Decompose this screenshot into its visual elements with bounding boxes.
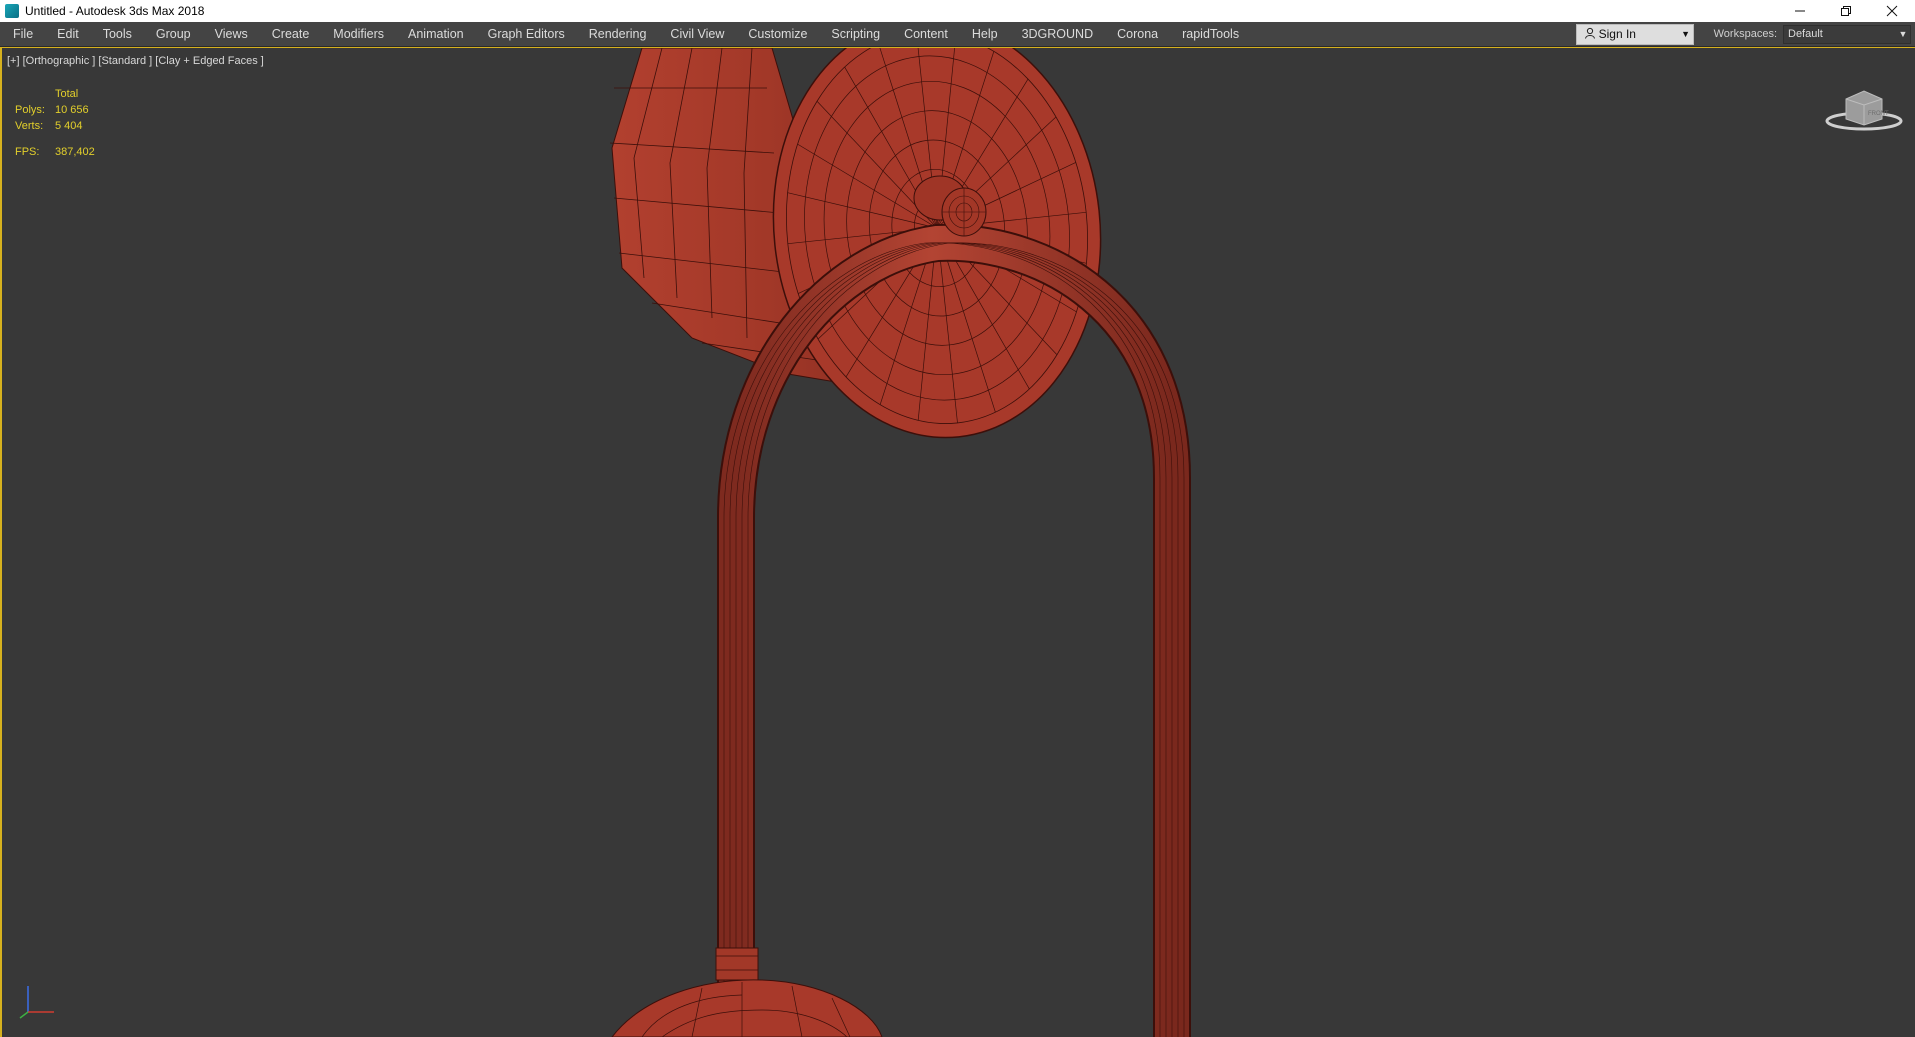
axis-tripod-icon [19, 986, 54, 1019]
menu-edit[interactable]: Edit [45, 22, 91, 46]
user-icon [1581, 27, 1599, 42]
workspaces-dropdown[interactable]: Default ▼ [1783, 24, 1911, 44]
viewcube-face-label: FRONT [1868, 111, 1889, 117]
menu-3dground[interactable]: 3DGROUND [1010, 22, 1106, 46]
menu-tools[interactable]: Tools [91, 22, 144, 46]
workspaces-value: Default [1788, 28, 1823, 40]
menu-graph-editors[interactable]: Graph Editors [476, 22, 577, 46]
app-icon [5, 4, 19, 18]
menu-help[interactable]: Help [960, 22, 1010, 46]
menu-modifiers[interactable]: Modifiers [321, 22, 396, 46]
lamp-base [611, 979, 883, 1037]
menu-file[interactable]: File [0, 22, 45, 46]
workspaces-label: Workspaces: [1713, 28, 1777, 40]
viewport[interactable]: [+] [Orthographic ] [Standard ] [Clay + … [0, 47, 1915, 1037]
menu-scripting[interactable]: Scripting [819, 22, 892, 46]
sign-in-button[interactable]: Sign In ▼ [1575, 23, 1694, 45]
window-title: Untitled - Autodesk 3ds Max 2018 [25, 4, 205, 18]
chevron-down-icon: ▼ [1898, 29, 1908, 39]
menu-views[interactable]: Views [203, 22, 260, 46]
menu-corona[interactable]: Corona [1105, 22, 1170, 46]
menu-customize[interactable]: Customize [736, 22, 819, 46]
menu-rendering[interactable]: Rendering [577, 22, 659, 46]
viewcube[interactable]: FRONT [1824, 83, 1904, 133]
menu-create[interactable]: Create [260, 22, 322, 46]
menu-rapidtools[interactable]: rapidTools [1170, 22, 1251, 46]
sign-in-label: Sign In [1598, 27, 1636, 41]
scene-model[interactable] [2, 48, 1915, 1037]
menu-group[interactable]: Group [144, 22, 203, 46]
title-bar: Untitled - Autodesk 3ds Max 2018 [0, 0, 1915, 22]
close-button[interactable] [1869, 0, 1915, 22]
restore-button[interactable] [1823, 0, 1869, 22]
workspaces-control: Workspaces: Default ▼ [1700, 24, 1911, 44]
menu-civil-view[interactable]: Civil View [658, 22, 736, 46]
menu-bar: File Edit Tools Group Views Create Modif… [0, 22, 1915, 47]
lamp-collar [715, 947, 759, 981]
menu-content[interactable]: Content [892, 22, 960, 46]
chevron-down-icon: ▼ [1681, 29, 1691, 39]
menu-animation[interactable]: Animation [396, 22, 476, 46]
minimize-button[interactable] [1777, 0, 1823, 22]
